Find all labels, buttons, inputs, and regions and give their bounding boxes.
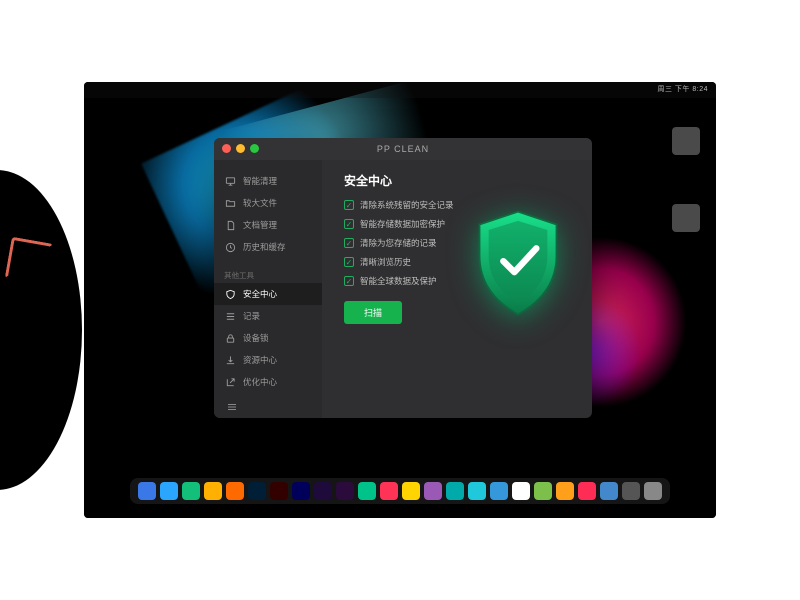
sidebar-item-large-files[interactable]: 较大文件 <box>214 192 322 214</box>
dock-app-icon[interactable] <box>336 482 354 500</box>
dock-app-icon[interactable] <box>468 482 486 500</box>
dock-app-icon[interactable] <box>534 482 552 500</box>
macos-dock[interactable] <box>130 478 670 504</box>
dock-app-icon[interactable] <box>292 482 310 500</box>
dock-app-icon[interactable] <box>314 482 332 500</box>
sidebar-item-label: 记录 <box>243 312 260 321</box>
checkbox-icon[interactable]: ✓ <box>344 238 354 248</box>
app-window: PP CLEAN 智能清理 较大文件 文档管理 历史和缓存 其他工具 <box>214 138 592 418</box>
dock-app-icon[interactable] <box>556 482 574 500</box>
sidebar-item-label: 资源中心 <box>243 356 277 365</box>
physical-object-disk <box>0 170 82 490</box>
sidebar-item-resources[interactable]: 资源中心 <box>214 349 322 371</box>
close-icon[interactable] <box>222 144 231 153</box>
shield-icon <box>224 288 236 300</box>
sidebar-item-device-lock[interactable]: 设备锁 <box>214 327 322 349</box>
sidebar-item-label: 设备锁 <box>243 334 269 343</box>
sidebar-item-label: 历史和缓存 <box>243 243 286 252</box>
checkbox-icon[interactable]: ✓ <box>344 219 354 229</box>
document-icon <box>224 219 236 231</box>
dock-app-icon[interactable] <box>402 482 420 500</box>
dock-app-icon[interactable] <box>600 482 618 500</box>
checkbox-icon[interactable]: ✓ <box>344 257 354 267</box>
dock-app-icon[interactable] <box>490 482 508 500</box>
checkbox-icon[interactable]: ✓ <box>344 276 354 286</box>
dock-app-icon[interactable] <box>358 482 376 500</box>
dock-app-icon[interactable] <box>380 482 398 500</box>
zoom-icon[interactable] <box>250 144 259 153</box>
dock-app-icon[interactable] <box>160 482 178 500</box>
desktop-folder-icon[interactable] <box>672 204 700 232</box>
shield-illustration <box>470 208 566 318</box>
security-option-label: 智能存储数据加密保护 <box>360 218 445 230</box>
security-option-label: 清晰浏览历史 <box>360 256 411 268</box>
minimize-icon[interactable] <box>236 144 245 153</box>
menubar-clock: 周三 下午 8:24 <box>657 84 708 94</box>
window-traffic-lights[interactable] <box>222 144 259 153</box>
history-icon <box>224 241 236 253</box>
sidebar-item-label: 安全中心 <box>243 290 277 299</box>
sidebar-item-security[interactable]: 安全中心 <box>214 283 322 305</box>
list-icon <box>224 310 236 322</box>
dock-app-icon[interactable] <box>512 482 530 500</box>
dock-app-icon[interactable] <box>270 482 288 500</box>
dock-app-icon[interactable] <box>182 482 200 500</box>
dock-app-icon[interactable] <box>226 482 244 500</box>
main-panel: 安全中心 ✓ 清除系统残留的安全记录 ✓ 智能存储数据加密保护 ✓ 清除为您存储… <box>322 138 592 418</box>
dock-app-icon[interactable] <box>424 482 442 500</box>
dock-app-icon[interactable] <box>204 482 222 500</box>
sidebar-item-records[interactable]: 记录 <box>214 305 322 327</box>
dock-app-icon[interactable] <box>644 482 662 500</box>
sidebar-menu-button[interactable] <box>214 393 322 423</box>
sidebar-item-smart-clean[interactable]: 智能清理 <box>214 170 322 192</box>
checkbox-icon[interactable]: ✓ <box>344 200 354 210</box>
page-title: 安全中心 <box>344 172 574 189</box>
sidebar-item-optimize[interactable]: 优化中心 <box>214 371 322 393</box>
sidebar-item-label: 优化中心 <box>243 378 277 387</box>
sidebar-heading-tools: 其他工具 <box>214 266 322 283</box>
dock-app-icon[interactable] <box>446 482 464 500</box>
dock-app-icon[interactable] <box>622 482 640 500</box>
sidebar-item-label: 智能清理 <box>243 177 277 186</box>
lock-icon <box>224 332 236 344</box>
folder-icon <box>224 197 236 209</box>
external-icon <box>224 376 236 388</box>
sidebar-item-documents[interactable]: 文档管理 <box>214 214 322 236</box>
monitor-screen: 周三 下午 8:24 PP CLEAN 智能清理 较大文件 <box>84 82 716 518</box>
sidebar-item-label: 较大文件 <box>243 199 277 208</box>
scan-button[interactable]: 扫描 <box>344 301 402 324</box>
monitor-icon <box>224 175 236 187</box>
security-option-label: 清除为您存储的记录 <box>360 237 437 249</box>
sidebar: 智能清理 较大文件 文档管理 历史和缓存 其他工具 安全中心 <box>214 138 322 418</box>
download-icon <box>224 354 236 366</box>
sidebar-item-label: 文档管理 <box>243 221 277 230</box>
security-option-label: 智能全球数据及保护 <box>360 275 437 287</box>
dock-app-icon[interactable] <box>138 482 156 500</box>
dock-app-icon[interactable] <box>248 482 266 500</box>
security-option-label: 清除系统残留的安全记录 <box>360 199 454 211</box>
macos-menubar[interactable]: 周三 下午 8:24 <box>84 82 716 98</box>
menu-icon <box>226 401 238 413</box>
dock-app-icon[interactable] <box>578 482 596 500</box>
sidebar-item-history[interactable]: 历史和缓存 <box>214 236 322 258</box>
desktop-folder-icon[interactable] <box>672 127 700 155</box>
